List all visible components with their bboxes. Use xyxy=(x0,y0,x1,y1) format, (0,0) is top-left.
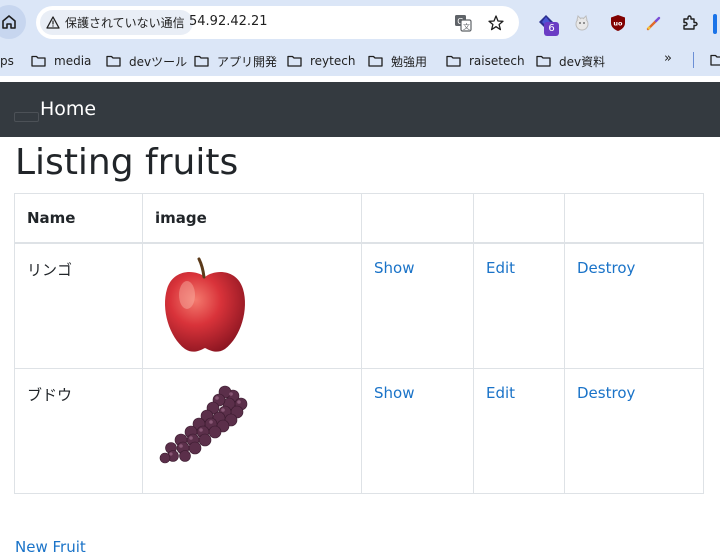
security-chip[interactable]: 保護されていない通信 xyxy=(40,10,193,35)
page-title: Listing fruits xyxy=(15,142,239,183)
bookmark-label: reytech xyxy=(310,54,356,68)
folder-icon xyxy=(106,55,121,67)
fruits-table: Name image リンゴ Show Edit Destroy ブドウ Sho… xyxy=(14,193,704,494)
fruit-image-cell xyxy=(142,242,362,369)
profile-edge-indicator xyxy=(713,14,717,34)
home-icon xyxy=(2,15,16,29)
folder-icon[interactable] xyxy=(710,54,720,66)
address-bar[interactable]: 保護されていない通信 54.92.42.21 G 文 xyxy=(36,6,519,39)
bookmark-label: devツール xyxy=(129,54,188,69)
fruit-image-cell xyxy=(142,367,362,494)
fruit-name: ブドウ xyxy=(14,367,143,494)
svg-text:uo: uo xyxy=(613,20,623,28)
header-name: Name xyxy=(14,193,143,244)
folder-icon xyxy=(287,55,302,67)
table-header-row: Name image xyxy=(14,193,704,244)
edit-link[interactable]: Edit xyxy=(486,384,515,402)
security-label: 保護されていない通信 xyxy=(65,16,185,30)
header-empty xyxy=(361,193,474,244)
folder-icon xyxy=(31,55,46,67)
bookmark-label: アプリ開発 xyxy=(217,54,278,69)
bookmark-label: dev資料 xyxy=(559,54,606,69)
table-row: ブドウ Show Edit Destroy xyxy=(14,367,704,494)
bookmarks-divider xyxy=(693,52,694,68)
color-picker-icon[interactable] xyxy=(643,12,665,34)
navbar: Home xyxy=(0,82,720,137)
edit-cell: Edit xyxy=(473,242,565,369)
show-cell: Show xyxy=(361,367,474,494)
bookmark-folder-app-dev[interactable]: アプリ開発 xyxy=(194,52,277,70)
extensions-puzzle-icon[interactable] xyxy=(679,12,701,34)
svg-text:文: 文 xyxy=(463,22,470,31)
bookmark-label: 勉強用 xyxy=(391,54,428,69)
ublock-icon[interactable]: uo xyxy=(607,12,629,34)
bookmark-folder-study[interactable]: 勉強用 xyxy=(368,52,427,70)
grape-image xyxy=(159,385,248,463)
bookmark-folder-devtools[interactable]: devツール xyxy=(106,52,187,70)
new-fruit-link[interactable]: New Fruit xyxy=(15,538,86,556)
destroy-link[interactable]: Destroy xyxy=(577,384,635,402)
folder-icon xyxy=(194,55,209,67)
bookmark-folder-dev-docs[interactable]: dev資料 xyxy=(536,52,605,70)
bookmark-label: media xyxy=(54,54,92,68)
apple-image xyxy=(165,257,245,352)
more-bookmarks-button[interactable]: » xyxy=(664,51,672,66)
bookmark-folder-raisetech[interactable]: raisetech xyxy=(446,52,525,70)
bookmark-label: raisetech xyxy=(469,54,525,68)
header-empty xyxy=(473,193,565,244)
home-button[interactable] xyxy=(0,5,26,39)
edit-cell: Edit xyxy=(473,367,565,494)
bookmarks-bar: ps media devツール アプリ開発 reytech 勉強用 raiset… xyxy=(0,46,720,76)
destroy-cell: Destroy xyxy=(564,367,704,494)
bookmark-folder-media[interactable]: media xyxy=(31,52,91,70)
extension-badge: 6 xyxy=(544,22,559,36)
folder-icon xyxy=(446,55,461,67)
destroy-link[interactable]: Destroy xyxy=(577,259,635,277)
folder-icon xyxy=(368,55,383,67)
browser-toolbar: 保護されていない通信 54.92.42.21 G 文 6 uo xyxy=(0,0,720,46)
bookmark-star-icon[interactable] xyxy=(486,13,506,33)
table-row: リンゴ Show Edit Destroy xyxy=(14,242,704,369)
navbar-toggler-button[interactable] xyxy=(14,112,39,122)
bookmark-label: ps xyxy=(0,54,14,68)
show-cell: Show xyxy=(361,242,474,369)
warning-icon xyxy=(46,16,60,29)
extension-cat-icon[interactable] xyxy=(571,12,593,34)
navbar-home-link[interactable]: Home xyxy=(40,98,96,120)
bookmark-apps[interactable]: ps xyxy=(0,52,14,70)
show-link[interactable]: Show xyxy=(374,259,414,277)
show-link[interactable]: Show xyxy=(374,384,414,402)
destroy-cell: Destroy xyxy=(564,242,704,369)
folder-icon xyxy=(536,55,551,67)
header-empty xyxy=(564,193,704,244)
bookmark-folder-reytech[interactable]: reytech xyxy=(287,52,355,70)
header-image: image xyxy=(142,193,362,244)
translate-icon[interactable]: G 文 xyxy=(453,13,473,33)
fruit-name: リンゴ xyxy=(14,242,143,369)
edit-link[interactable]: Edit xyxy=(486,259,515,277)
url-text[interactable]: 54.92.42.21 xyxy=(189,14,268,29)
